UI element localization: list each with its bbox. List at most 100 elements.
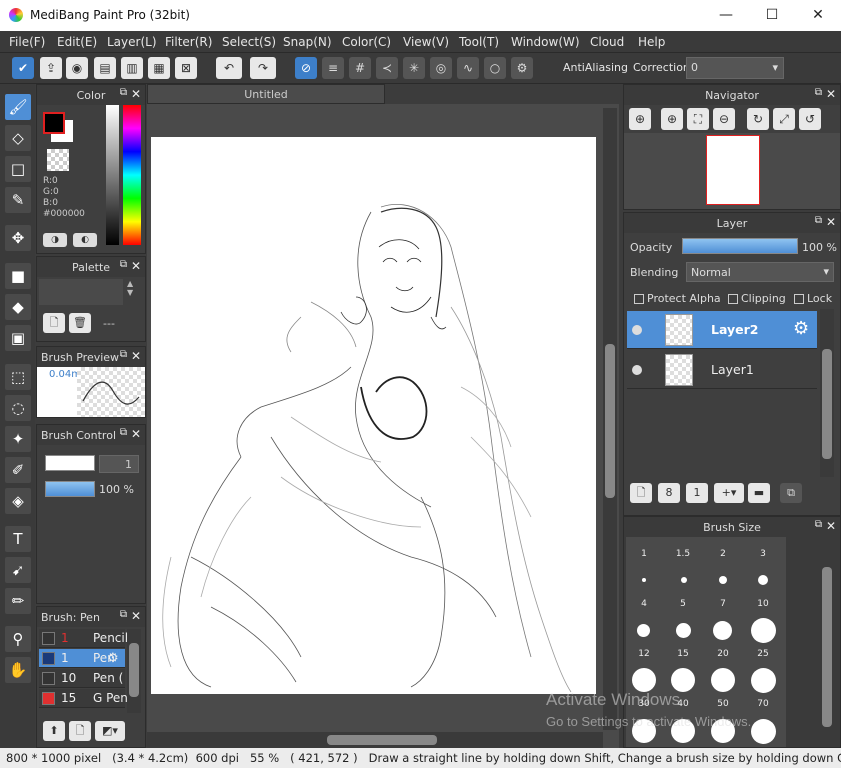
canvas-horizontal-scrollbar[interactable]: [147, 732, 603, 748]
snap-parallel-icon[interactable]: ≡: [322, 57, 344, 79]
close-icon[interactable]: ✕: [826, 519, 836, 533]
menu-view[interactable]: View(V): [403, 35, 449, 49]
menu-edit[interactable]: Edit(E): [57, 35, 97, 49]
folder-icon[interactable]: ▬: [748, 483, 770, 503]
correction-select[interactable]: 0 ▾: [686, 57, 784, 79]
transform-icon[interactable]: ⊠: [175, 57, 197, 79]
checkmark-icon[interactable]: ✔: [12, 57, 34, 79]
fit-icon[interactable]: ⛶: [687, 108, 709, 130]
protect-alpha-checkbox[interactable]: Protect Alpha: [634, 292, 721, 305]
gear-icon[interactable]: ⚙: [511, 57, 533, 79]
new-8bit-layer-icon[interactable]: 8: [658, 483, 680, 503]
menu-cloud[interactable]: Cloud: [590, 35, 624, 49]
close-button[interactable]: ✕: [795, 0, 841, 31]
divide-tool[interactable]: ✏: [5, 588, 31, 614]
menu-select[interactable]: Select(S): [222, 35, 276, 49]
edge-tool[interactable]: ✎: [5, 187, 31, 213]
scrollbar-thumb[interactable]: [605, 344, 615, 498]
maximize-button[interactable]: ☐: [749, 0, 795, 31]
close-icon[interactable]: ✕: [131, 427, 141, 441]
close-icon[interactable]: ✕: [826, 87, 836, 101]
brush-size-option[interactable]: 4: [624, 599, 664, 609]
rotate-reset-icon[interactable]: ↺: [799, 108, 821, 130]
layer-row[interactable]: Layer1: [627, 351, 817, 389]
move-tool[interactable]: ✥: [5, 225, 31, 251]
menu-snap[interactable]: Snap(N): [283, 35, 332, 49]
brush-item[interactable]: 15 G Pen: [39, 689, 128, 708]
brush-menu-icon[interactable]: ◩▾: [95, 721, 125, 741]
brush-size-option[interactable]: 3: [743, 549, 783, 559]
menu-help[interactable]: Help: [638, 35, 665, 49]
brush-size-slider[interactable]: [45, 455, 95, 471]
snap-curve-icon[interactable]: ∿: [457, 57, 479, 79]
trash-icon[interactable]: 🗑: [69, 313, 91, 333]
popout-icon[interactable]: ⧉: [120, 427, 127, 438]
lock-checkbox[interactable]: Lock: [794, 292, 832, 305]
new-1bit-layer-icon[interactable]: 1: [686, 483, 708, 503]
zoom-reset-icon[interactable]: ⊕: [629, 108, 651, 130]
foreground-color-swatch[interactable]: [43, 112, 65, 134]
canvas-area[interactable]: [147, 104, 619, 748]
duplicate-layer-icon[interactable]: ⧉: [780, 483, 802, 503]
close-icon[interactable]: ✕: [131, 259, 141, 273]
layer-scrollbar[interactable]: [820, 309, 834, 477]
bucket-tool[interactable]: ◆: [5, 294, 31, 320]
snap-off-icon[interactable]: ⊘: [295, 57, 317, 79]
menu-color[interactable]: Color(C): [342, 35, 391, 49]
close-icon[interactable]: ✕: [131, 349, 141, 363]
brush-size-option[interactable]: 20: [703, 649, 743, 659]
brush-list-scrollbar[interactable]: [127, 629, 141, 713]
popout-icon[interactable]: ⧉: [120, 87, 127, 98]
blending-select[interactable]: Normal ▾: [686, 262, 834, 282]
canvas-vertical-scrollbar[interactable]: [603, 108, 617, 730]
brush-item[interactable]: 10 Pen (: [39, 669, 125, 688]
palette-swatches[interactable]: [39, 279, 123, 305]
brush-size-option[interactable]: 12: [624, 649, 664, 659]
chat-icon[interactable]: ◉: [66, 57, 88, 79]
redo-icon[interactable]: ↷: [250, 57, 276, 79]
hand-tool[interactable]: ✋: [5, 657, 31, 683]
brightness-slider[interactable]: [106, 105, 119, 245]
menu-layer[interactable]: Layer(L): [107, 35, 157, 49]
brush-tool[interactable]: 🖌: [5, 94, 31, 120]
brush-size-option[interactable]: 15: [663, 649, 703, 659]
select-pen-tool[interactable]: ✐: [5, 457, 31, 483]
brush-size-option[interactable]: 1: [624, 549, 664, 559]
minimize-button[interactable]: —: [703, 0, 749, 31]
snap-ellipse-icon[interactable]: ○: [484, 57, 506, 79]
popout-icon[interactable]: ⧉: [120, 259, 127, 270]
color-picker-icon[interactable]: ◐: [73, 233, 97, 247]
navigator-preview[interactable]: [624, 133, 840, 209]
text-tool[interactable]: T: [5, 526, 31, 552]
snap-grid-icon[interactable]: #: [349, 57, 371, 79]
clipping-checkbox[interactable]: Clipping: [728, 292, 786, 305]
add-layer-menu-icon[interactable]: +▾: [714, 483, 744, 503]
canvas-paper[interactable]: [151, 137, 596, 694]
snap-radial-icon[interactable]: ✳: [403, 57, 425, 79]
brush-size-option[interactable]: 7: [703, 599, 743, 609]
zoom-in-icon[interactable]: ⊕: [661, 108, 683, 130]
snap-perspective-icon[interactable]: ≺: [376, 57, 398, 79]
popout-icon[interactable]: ⧉: [120, 349, 127, 360]
layout-icon[interactable]: ▦: [148, 57, 170, 79]
brush-size-option[interactable]: 70: [743, 699, 783, 709]
fill-rect-tool[interactable]: ■: [5, 263, 31, 289]
brush-item[interactable]: 1 Pencil: [39, 629, 128, 648]
upload-icon[interactable]: ⇪: [40, 57, 62, 79]
new-brush-icon[interactable]: 🗋: [69, 721, 91, 741]
snap-circle-icon[interactable]: ◎: [430, 57, 452, 79]
popout-icon[interactable]: ⧉: [120, 609, 127, 620]
menu-window[interactable]: Window(W): [511, 35, 580, 49]
menu-file[interactable]: File(F): [9, 35, 45, 49]
popout-icon[interactable]: ⧉: [815, 519, 822, 530]
magic-wand-tool[interactable]: ✦: [5, 426, 31, 452]
select-rect-tool[interactable]: ⬚: [5, 364, 31, 390]
brush-size-option[interactable]: 50: [703, 699, 743, 709]
menu-filter[interactable]: Filter(R): [165, 35, 212, 49]
brush-size-option[interactable]: 25: [743, 649, 783, 659]
rotate-icon[interactable]: ↻: [747, 108, 769, 130]
gear-icon[interactable]: ⚙: [793, 318, 809, 339]
layer-opacity-slider[interactable]: [682, 238, 798, 254]
new-palette-icon[interactable]: 🗋: [43, 313, 65, 333]
close-icon[interactable]: ✕: [131, 87, 141, 101]
